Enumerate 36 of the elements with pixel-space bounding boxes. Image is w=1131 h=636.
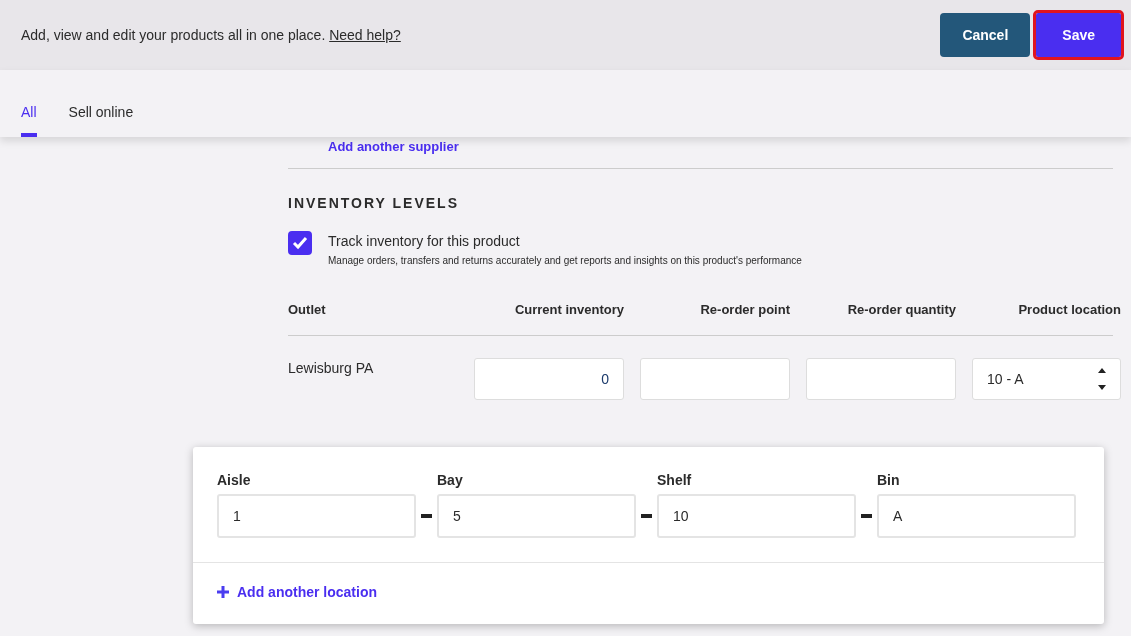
field-label: Bin: [877, 472, 901, 488]
dash-icon: [861, 514, 872, 518]
section-title: INVENTORY LEVELS: [288, 195, 460, 211]
inventory-field[interactable]: 0: [474, 358, 624, 400]
cancel-button[interactable]: Cancel: [940, 13, 1031, 57]
location-field[interactable]: A: [877, 494, 1077, 538]
column-header: Outlet: [288, 302, 326, 317]
tab[interactable]: Sell online: [68, 70, 134, 137]
column-header: Re-order quantity: [847, 302, 956, 317]
save-button[interactable]: Save: [1036, 13, 1121, 57]
dash-icon: [641, 514, 652, 518]
field-label: Bay: [437, 472, 464, 488]
track-checkbox[interactable]: [288, 231, 312, 255]
help-link[interactable]: Need help?: [329, 27, 401, 43]
checkmark-icon: [292, 236, 308, 250]
column-header: Current inventory: [514, 302, 624, 317]
plus-icon: [217, 586, 229, 598]
add-supplier-link[interactable]: Add another supplier: [328, 139, 459, 154]
location-field[interactable]: 1: [217, 494, 417, 538]
location-select[interactable]: 10 - A: [972, 358, 1121, 400]
header-description: Add, view and edit your products all in one place.: [21, 27, 326, 43]
add-location-link[interactable]: Add another location: [217, 584, 377, 600]
field-label: Aisle: [217, 472, 252, 488]
checkbox-label: Track inventory for this product: [328, 233, 521, 249]
reorder-quantity-field[interactable]: [806, 358, 956, 400]
location-field[interactable]: 5: [437, 494, 637, 538]
dash-icon: [421, 514, 432, 518]
field-label: Shelf: [657, 472, 693, 488]
stepper-icon: [1098, 368, 1106, 390]
reorder-point-field[interactable]: [640, 358, 790, 400]
checkbox-hint: Manage orders, transfers and returns accurately and get reports and insights on this product's performance: [328, 255, 802, 266]
outlet-name: Lewisburg PA: [288, 359, 375, 378]
column-header: Re-order point: [700, 302, 790, 317]
column-header: Product location: [1018, 302, 1121, 317]
location-field[interactable]: 10: [657, 494, 857, 538]
tab[interactable]: All: [21, 70, 37, 137]
